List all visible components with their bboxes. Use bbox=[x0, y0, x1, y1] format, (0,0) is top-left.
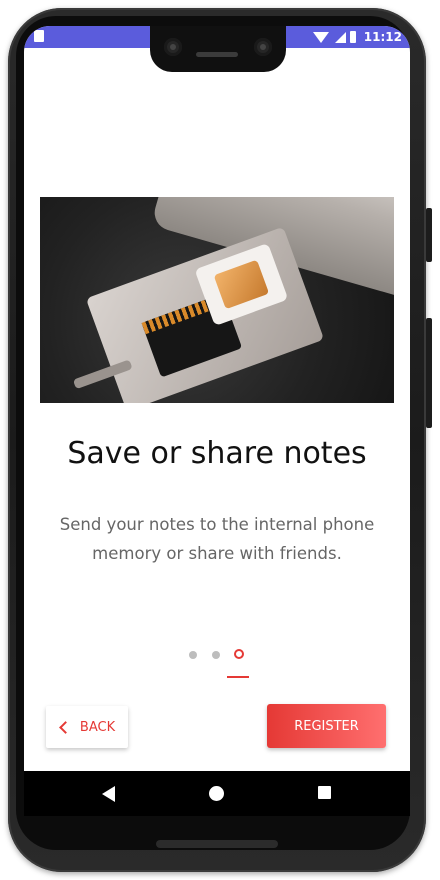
earpiece-speaker bbox=[196, 52, 238, 57]
system-nav-bar bbox=[24, 771, 410, 816]
page-dot-3-active[interactable] bbox=[234, 649, 244, 659]
camera-notch bbox=[150, 26, 286, 72]
active-page-underline bbox=[227, 676, 249, 678]
back-button-label: BACK bbox=[79, 719, 116, 735]
nav-recents-icon[interactable] bbox=[318, 786, 331, 799]
onboarding-description: Send your notes to the internal phone me… bbox=[59, 515, 375, 563]
battery-icon bbox=[349, 31, 356, 43]
onboarding-title: Save or share notes bbox=[67, 436, 367, 471]
front-sensor-icon bbox=[254, 38, 272, 56]
nav-back-icon[interactable] bbox=[102, 786, 115, 802]
page-dot-2[interactable] bbox=[212, 651, 220, 659]
sim-chip-graphic bbox=[213, 259, 270, 310]
status-icons: 11:12 bbox=[312, 29, 402, 45]
front-camera-icon bbox=[164, 38, 182, 56]
page-indicator bbox=[182, 648, 262, 662]
notification-icon bbox=[34, 30, 44, 42]
volume-button bbox=[426, 318, 432, 428]
onboarding-image bbox=[40, 197, 394, 403]
signal-icon bbox=[334, 31, 346, 43]
status-time: 11:12 bbox=[363, 30, 402, 44]
bottom-speaker bbox=[156, 840, 278, 848]
register-button[interactable]: REGISTER bbox=[267, 704, 386, 748]
nav-home-icon[interactable] bbox=[209, 786, 224, 801]
page-dot-1[interactable] bbox=[189, 651, 197, 659]
chevron-left-icon bbox=[59, 720, 72, 734]
sim-tray-graphic bbox=[85, 226, 325, 403]
power-button bbox=[426, 208, 432, 262]
app-screen: 11:12 Save or share notes Send your note… bbox=[24, 26, 410, 816]
wifi-icon bbox=[312, 31, 329, 43]
register-button-label: REGISTER bbox=[294, 718, 359, 734]
back-button[interactable]: BACK bbox=[46, 706, 128, 748]
